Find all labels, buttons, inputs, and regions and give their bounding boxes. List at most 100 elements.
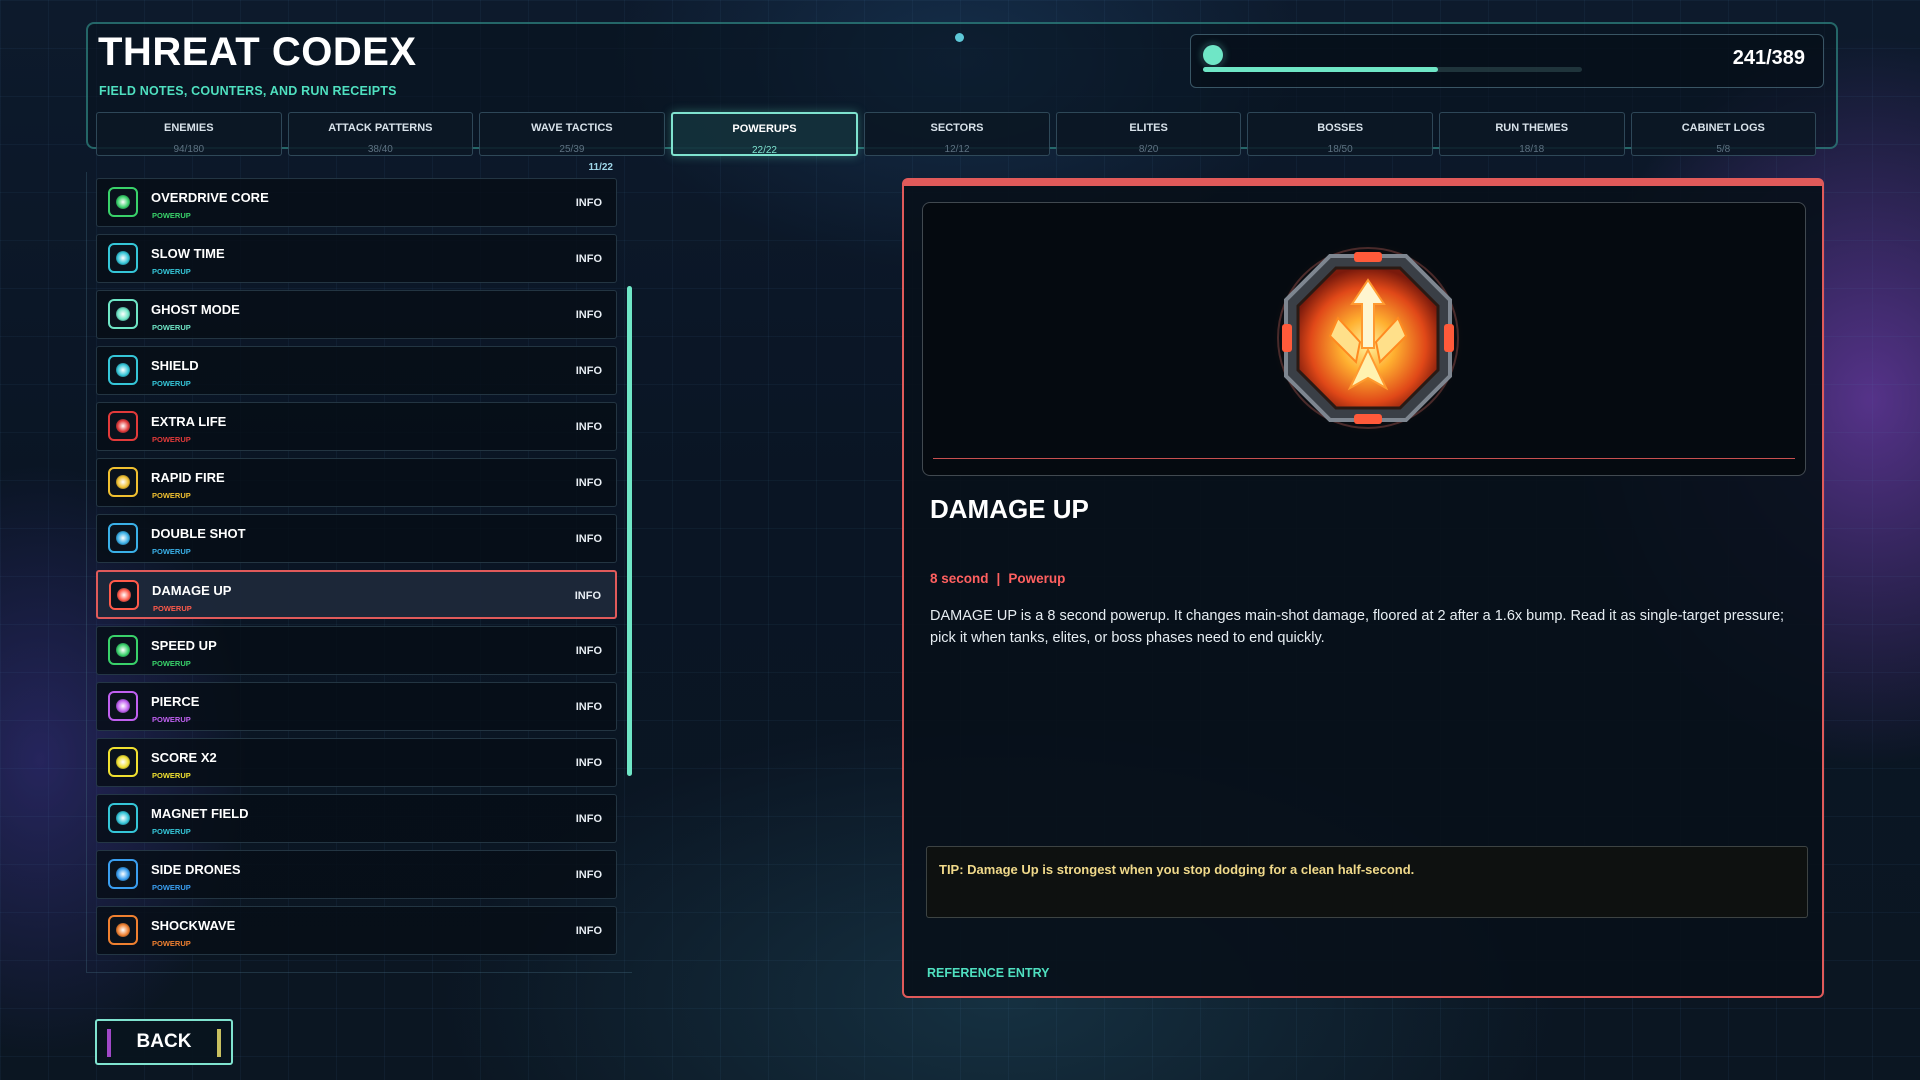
tab-count: 12/12 bbox=[944, 144, 970, 155]
info-button[interactable]: INFO bbox=[576, 813, 602, 825]
tab-count: 38/40 bbox=[367, 144, 393, 155]
progress-orb-icon bbox=[1203, 45, 1223, 65]
tab-sectors[interactable]: SECTORS 12/12 bbox=[864, 112, 1050, 156]
list-item[interactable]: SIDE DRONES POWERUP INFO bbox=[96, 850, 617, 899]
tab-label: ELITES bbox=[1129, 122, 1168, 134]
icon-glyph bbox=[116, 923, 130, 937]
icon-glyph bbox=[116, 755, 130, 769]
icon-glyph bbox=[116, 475, 130, 489]
list-item-name: SLOW TIME bbox=[151, 246, 225, 261]
progress-track bbox=[1203, 67, 1582, 72]
list-item[interactable]: EXTRA LIFE POWERUP INFO bbox=[96, 402, 617, 451]
detail-tip: TIP: Damage Up is strongest when you sto… bbox=[926, 846, 1808, 918]
list-item-name: DOUBLE SHOT bbox=[151, 526, 246, 541]
tab-label: RUN THEMES bbox=[1495, 122, 1569, 134]
tab-elites[interactable]: ELITES 8/20 bbox=[1055, 112, 1242, 156]
icon-glyph bbox=[116, 867, 130, 881]
info-button[interactable]: INFO bbox=[576, 421, 602, 433]
progress-fill bbox=[1203, 67, 1438, 72]
detail-meta-separator: | bbox=[996, 571, 1001, 586]
list-item-name: SIDE DRONES bbox=[151, 862, 241, 877]
info-button[interactable]: INFO bbox=[576, 477, 602, 489]
collection-progress: 241/389 bbox=[1190, 34, 1824, 88]
list-item-name: OVERDRIVE CORE bbox=[151, 190, 269, 205]
tab-count: 25/39 bbox=[559, 144, 585, 155]
list-item[interactable]: SLOW TIME POWERUP INFO bbox=[96, 234, 617, 283]
detail-duration: 8 second bbox=[930, 571, 989, 586]
list-item-name: SCORE X2 bbox=[151, 750, 217, 765]
detail-panel: DAMAGE UP 8 second | Powerup DAMAGE UP is … bbox=[902, 178, 1824, 998]
list-item-name: PIERCE bbox=[151, 694, 200, 709]
heart-icon bbox=[108, 411, 138, 441]
icon-glyph bbox=[117, 588, 131, 602]
detail-category: Powerup bbox=[1008, 571, 1066, 586]
info-button[interactable]: INFO bbox=[576, 701, 602, 713]
tab-count: 8/20 bbox=[1138, 144, 1159, 155]
magnet-field-icon bbox=[108, 803, 138, 833]
info-button[interactable]: INFO bbox=[576, 645, 602, 657]
tab-count: 5/8 bbox=[1716, 144, 1731, 155]
tab-label: ENEMIES bbox=[164, 122, 214, 134]
info-button[interactable]: INFO bbox=[576, 757, 602, 769]
list-item[interactable]: SHIELD POWERUP INFO bbox=[96, 346, 617, 395]
category-tabs: ENEMIES 94/180 ATTACK PATTERNS 38/40 WAVE TA… bbox=[96, 112, 1817, 158]
list-item[interactable]: PIERCE POWERUP INFO bbox=[96, 682, 617, 731]
side-drones-icon bbox=[108, 859, 138, 889]
icon-glyph bbox=[116, 307, 130, 321]
info-button[interactable]: INFO bbox=[576, 925, 602, 937]
tab-attack-patterns[interactable]: ATTACK PATTERNS 38/40 bbox=[287, 112, 474, 156]
page-subtitle: FIELD NOTES, COUNTERS, AND RUN RECEIPTS bbox=[99, 84, 397, 98]
list-item-tag: POWERUP bbox=[152, 379, 191, 388]
detail-title: DAMAGE UP bbox=[930, 494, 1089, 524]
list-item[interactable]: SHOCKWAVE POWERUP INFO bbox=[96, 906, 617, 955]
tab-label: POWERUPS bbox=[732, 123, 797, 135]
info-button[interactable]: INFO bbox=[576, 197, 602, 209]
damage-up-emblem-icon bbox=[1272, 242, 1464, 434]
shockwave-icon bbox=[108, 915, 138, 945]
list-item[interactable]: OVERDRIVE CORE POWERUP INFO bbox=[96, 178, 617, 227]
list-item-name: GHOST MODE bbox=[151, 302, 240, 317]
info-button[interactable]: INFO bbox=[576, 253, 602, 265]
tab-run-themes[interactable]: RUN THEMES 18/18 bbox=[1438, 112, 1625, 156]
info-button[interactable]: INFO bbox=[575, 590, 601, 602]
list-item[interactable]: DOUBLE SHOT POWERUP INFO bbox=[96, 514, 617, 563]
info-button[interactable]: INFO bbox=[576, 533, 602, 545]
list-item[interactable]: MAGNET FIELD POWERUP INFO bbox=[96, 794, 617, 843]
info-button[interactable]: INFO bbox=[576, 869, 602, 881]
tab-count: 18/50 bbox=[1327, 144, 1353, 155]
list-item-tag: POWERUP bbox=[152, 827, 191, 836]
list-item-tag: POWERUP bbox=[152, 883, 191, 892]
back-button[interactable]: BACK bbox=[95, 1019, 233, 1065]
tab-bosses[interactable]: BOSSES 18/50 bbox=[1247, 112, 1433, 156]
tab-count: 94/180 bbox=[173, 144, 205, 155]
info-button[interactable]: INFO bbox=[576, 365, 602, 377]
list-item[interactable]: GHOST MODE POWERUP INFO bbox=[96, 290, 617, 339]
list-item-tag: POWERUP bbox=[152, 771, 191, 780]
score-x2-icon bbox=[108, 747, 138, 777]
icon-glyph bbox=[116, 811, 130, 825]
list-item-tag: POWERUP bbox=[152, 939, 191, 948]
icon-glyph bbox=[116, 195, 130, 209]
list-item-tag: POWERUP bbox=[152, 659, 191, 668]
speed-up-icon bbox=[108, 635, 138, 665]
page-title: THREAT CODEX bbox=[98, 30, 417, 74]
list-item[interactable]: DAMAGE UP POWERUP INFO bbox=[96, 570, 617, 619]
icon-glyph bbox=[116, 251, 130, 265]
list-scrollbar[interactable] bbox=[627, 178, 632, 950]
list-scrollbar-thumb[interactable] bbox=[627, 286, 632, 776]
tab-enemies[interactable]: ENEMIES 94/180 bbox=[96, 112, 282, 156]
progress-count: 241/389 bbox=[1732, 47, 1805, 69]
tab-cabinet-logs[interactable]: CABINET LOGS 5/8 bbox=[1630, 112, 1817, 156]
icon-glyph bbox=[116, 363, 130, 377]
list-item-tag: POWERUP bbox=[152, 491, 191, 500]
list-item[interactable]: RAPID FIRE POWERUP INFO bbox=[96, 458, 617, 507]
tab-powerups[interactable]: POWERUPS 22/22 bbox=[670, 112, 859, 156]
list-item-name: EXTRA LIFE bbox=[151, 414, 227, 429]
list-item[interactable]: SCORE X2 POWERUP INFO bbox=[96, 738, 617, 787]
tab-wave-tactics[interactable]: WAVE TACTICS 25/39 bbox=[479, 112, 665, 156]
list-item-tag: POWERUP bbox=[152, 435, 191, 444]
powerup-list: OVERDRIVE CORE POWERUP INFO SLOW TIME POWERU… bbox=[96, 178, 617, 962]
list-item[interactable]: SPEED UP POWERUP INFO bbox=[96, 626, 617, 675]
info-button[interactable]: INFO bbox=[576, 309, 602, 321]
rapid-fire-icon bbox=[108, 467, 138, 497]
